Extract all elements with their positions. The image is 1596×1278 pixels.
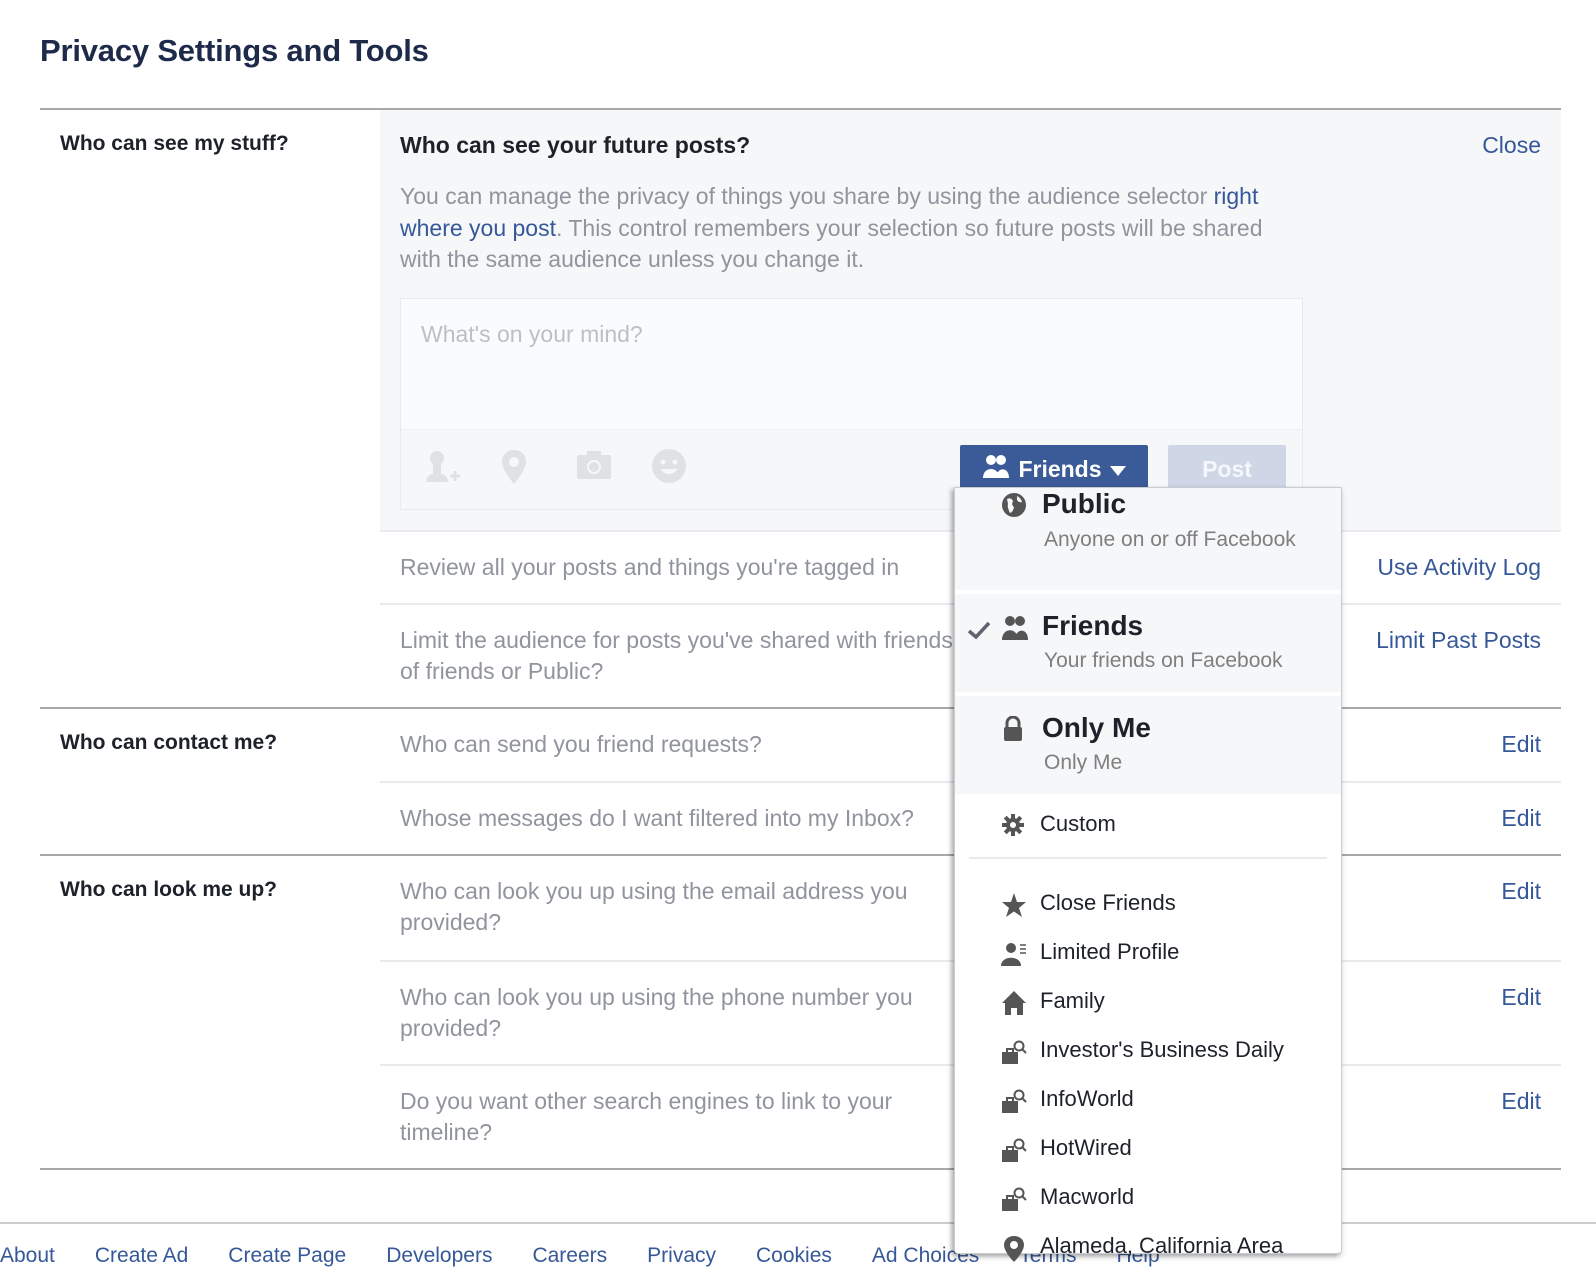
audience-list-limited-profile[interactable]: Limited Profile (955, 930, 1341, 979)
work-list-icon (1001, 1137, 1027, 1163)
audience-selector-label: Friends (1018, 455, 1102, 482)
camera-icon[interactable] (575, 448, 613, 486)
audience-list-work[interactable]: Investor's Business Daily (955, 1028, 1341, 1077)
close-link[interactable]: Close (1482, 132, 1541, 159)
location-pin-icon (1001, 1235, 1027, 1262)
audience-list-location[interactable]: Alameda, California Area (955, 1224, 1341, 1273)
menu-divider (969, 857, 1327, 859)
smiley-icon[interactable] (651, 448, 689, 486)
audience-list-close-friends[interactable]: Close Friends (955, 881, 1341, 930)
edit-link[interactable]: Edit (1501, 982, 1541, 1013)
panel-description: You can manage the privacy of things you… (400, 183, 1263, 272)
composer: What's on your mind? Friends Post (400, 298, 1303, 510)
audience-list-family[interactable]: Family (955, 979, 1341, 1028)
lock-icon (1001, 715, 1027, 742)
audience-list-work[interactable]: HotWired (955, 1126, 1341, 1175)
panel-title: Who can see your future posts? (400, 132, 751, 158)
audience-selector-button[interactable]: Friends (960, 445, 1148, 493)
work-list-icon (1001, 1186, 1027, 1212)
location-pin-icon[interactable] (499, 448, 537, 486)
edit-link[interactable]: Edit (1501, 1086, 1541, 1117)
gear-icon (1001, 813, 1027, 839)
audience-dropdown-menu: Public Anyone on or off Facebook Friends… (954, 487, 1342, 1262)
audience-option-custom[interactable]: Custom (955, 802, 1341, 851)
footer-link-privacy[interactable]: Privacy (647, 1244, 716, 1268)
use-activity-log-link[interactable]: Use Activity Log (1377, 552, 1541, 583)
edit-link[interactable]: Edit (1501, 803, 1541, 834)
footer-link-create-page[interactable]: Create Page (228, 1244, 346, 1268)
page-title: Privacy Settings and Tools (40, 33, 429, 68)
status-input[interactable]: What's on your mind? (401, 299, 1302, 429)
audience-option-public[interactable]: Public Anyone on or off Facebook (955, 488, 1341, 590)
post-button[interactable]: Post (1168, 445, 1286, 493)
tag-friends-icon[interactable] (423, 448, 461, 486)
audience-option-only-me[interactable]: Only Me Only Me (955, 692, 1341, 794)
globe-icon (1001, 492, 1027, 518)
friends-icon (982, 454, 1010, 484)
audience-option-friends[interactable]: Friends Your friends on Facebook (955, 590, 1341, 692)
edit-link[interactable]: Edit (1501, 876, 1541, 907)
section-label: Who can contact me? (60, 731, 278, 754)
footer: About Create Ad Create Page Developers C… (0, 1222, 1596, 1267)
section-label: Who can look me up? (60, 878, 278, 901)
limit-past-posts-link[interactable]: Limit Past Posts (1376, 625, 1541, 656)
work-list-icon (1001, 1039, 1027, 1065)
star-icon (1001, 892, 1027, 918)
friends-icon (1001, 614, 1028, 640)
audience-list-work[interactable]: InfoWorld (955, 1077, 1341, 1126)
future-posts-panel: Who can see your future posts? Close You… (380, 110, 1561, 530)
work-list-icon (1001, 1088, 1027, 1114)
footer-link-create-ad[interactable]: Create Ad (95, 1244, 188, 1268)
house-icon (1001, 990, 1027, 1016)
footer-link-cookies[interactable]: Cookies (756, 1244, 832, 1268)
audience-list-work[interactable]: Macworld (955, 1175, 1341, 1224)
caret-down-icon (1109, 456, 1126, 483)
limited-profile-icon (1001, 941, 1027, 967)
footer-link-developers[interactable]: Developers (386, 1244, 492, 1268)
edit-link[interactable]: Edit (1501, 729, 1541, 760)
footer-link-careers[interactable]: Careers (532, 1244, 607, 1268)
checkmark-icon (967, 618, 991, 642)
section-label: Who can see my stuff? (60, 132, 289, 155)
footer-link-about[interactable]: About (0, 1244, 55, 1268)
